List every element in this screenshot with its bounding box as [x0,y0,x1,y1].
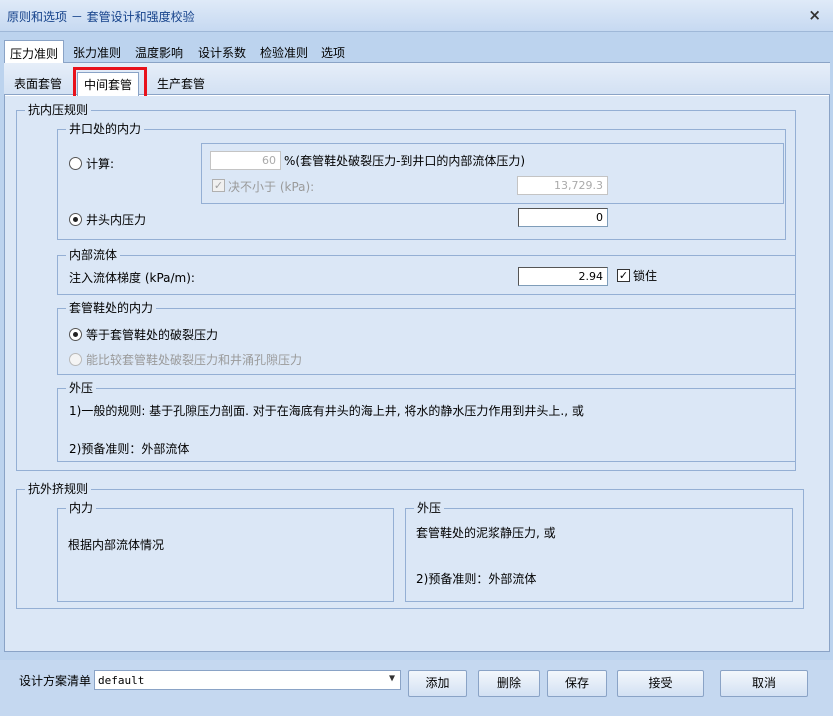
scheme-select-value: default [98,674,145,687]
collapse-internal-group: 内力 [57,501,394,602]
wellhead-pressure-input[interactable]: 0 [518,208,608,227]
burst-external-line1: 1)一般的规则: 基于孔隙压力剖面. 对于在海底有井头的海上井, 将水的静水压力… [69,404,584,418]
gradient-input[interactable]: 2.94 [518,267,608,286]
scheme-select[interactable]: default ▼ [94,670,401,690]
calc-subgroup [201,143,784,204]
tab-surface-casing[interactable]: 表面套管 [8,72,68,95]
burst-rules-title: 抗内压规则 [25,103,92,117]
wellhead-pressure-radio[interactable] [69,213,82,226]
lock-checkbox[interactable]: ✓ [617,269,630,282]
collapse-internal-text: 根据内部流体情况 [68,538,165,552]
chevron-down-icon[interactable]: ▼ [389,673,395,684]
tab-intermediate-casing[interactable]: 中间套管 [77,72,140,96]
collapse-external-line2: 2)预备准则：外部流体 [416,572,537,586]
tab-tension-criteria[interactable]: 张力准则 [68,40,126,62]
tab-options[interactable]: 选项 [316,40,350,62]
tab-design-factors[interactable]: 设计系数 [193,40,251,62]
percent-description: %(套管鞋处破裂压力-到井口的内部流体压力) [284,154,526,168]
gradient-label: 注入流体梯度 (kPa/m): [69,271,195,285]
wellhead-pressure-label: 井头内压力 [86,213,147,227]
burst-external-title: 外压 [66,381,97,395]
accept-button[interactable]: 接受 [617,670,704,697]
shoe-option2-radio[interactable] [69,353,82,366]
burst-external-line2: 2)预备准则：外部流体 [69,442,190,456]
wellhead-internal-title: 井口处的内力 [66,122,145,136]
shoe-option1-radio[interactable] [69,328,82,341]
cancel-button[interactable]: 取消 [720,670,808,697]
lock-label: 锁住 [633,269,658,283]
shoe-internal-title: 套管鞋处的内力 [66,301,157,315]
collapse-external-title: 外压 [414,501,445,515]
title-bar: 原则和选项 － 套管设计和强度校验 × [0,0,833,32]
tab-check-criteria[interactable]: 检验准则 [255,40,313,62]
window-title: 原则和选项 － 套管设计和强度校验 [7,10,195,24]
min-checkbox[interactable]: ✓ [212,179,225,192]
internal-fluid-title: 内部流体 [66,248,121,262]
tab-pressure-criteria[interactable]: 压力准则 [4,40,65,63]
tab-temperature-effects[interactable]: 温度影响 [130,40,188,62]
close-icon[interactable]: × [808,6,821,24]
shoe-option2-label: 能比较套管鞋处破裂压力和井涌孔隙压力 [86,353,303,367]
min-label: 决不小于 (kPa): [228,180,315,194]
delete-button[interactable]: 删除 [478,670,540,697]
shoe-option1-label: 等于套管鞋处的破裂压力 [86,328,219,342]
collapse-internal-title: 内力 [66,501,97,515]
save-button[interactable]: 保存 [547,670,607,697]
min-value-input[interactable]: 13,729.3 [517,176,608,195]
collapse-external-line1: 套管鞋处的泥浆静压力, 或 [416,526,556,540]
percent-input[interactable]: 60 [210,151,281,170]
calc-label: 计算: [86,157,115,171]
tab-production-casing[interactable]: 生产套管 [151,72,211,95]
add-button[interactable]: 添加 [408,670,467,697]
scheme-label: 设计方案清单 [19,674,92,688]
collapse-rules-title: 抗外挤规则 [25,482,92,496]
collapse-external-group: 外压 [405,501,793,602]
calc-radio[interactable] [69,157,82,170]
